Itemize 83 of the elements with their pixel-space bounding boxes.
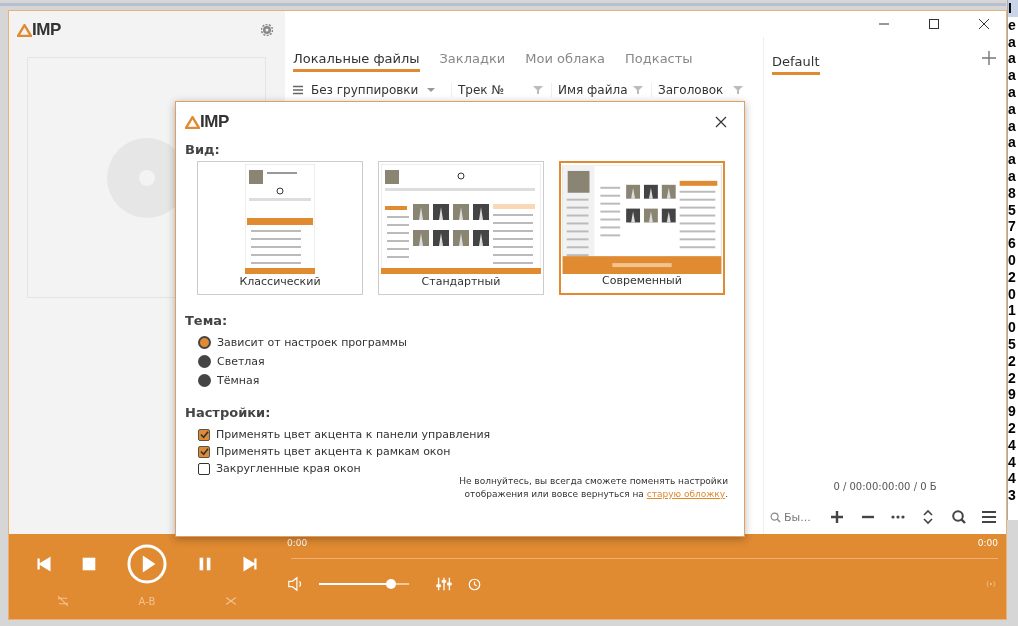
radio-button[interactable] (198, 355, 211, 368)
background-window-text: a (1008, 117, 1017, 135)
background-window-text: e (1008, 16, 1017, 34)
background-window-text: 3 (1008, 487, 1017, 504)
background-window-text: 6 (1008, 235, 1017, 252)
background-window-text: I (1008, 0, 1018, 17)
search-field[interactable]: Бы... (770, 510, 816, 524)
column-header[interactable]: Имя файла (558, 83, 628, 97)
menu-icon[interactable] (293, 85, 303, 95)
search-icon (770, 511, 781, 523)
checkbox[interactable] (198, 428, 210, 441)
caret-icon[interactable] (426, 85, 437, 95)
background-window-text: 9 (1008, 386, 1017, 404)
background-window-text: 2 (1008, 419, 1017, 437)
app-logo: IMP (17, 20, 61, 40)
column-header[interactable]: Заголовок (658, 83, 724, 97)
radio-button[interactable] (198, 374, 211, 387)
playlist-summary: 0 / 00:00:00:00 / 0 Б (832, 481, 938, 492)
background-window-text: 2 (1008, 268, 1017, 286)
theme-option[interactable]: Светлая (198, 355, 728, 368)
background-window-text: 4 (1008, 453, 1017, 471)
background-window-text: a (1008, 67, 1017, 84)
clock-icon[interactable] (467, 576, 482, 592)
skin-option[interactable]: Современный (559, 161, 725, 295)
background-window-text: 1 (1008, 302, 1017, 320)
filter-icon[interactable] (533, 85, 543, 95)
background-window-text: 0 (1008, 251, 1017, 269)
skin-option[interactable]: Классический (197, 161, 363, 295)
background-window-text: 2 (1008, 369, 1017, 387)
section-heading: Настройки: (185, 405, 272, 420)
background-window-text: 0 (1008, 285, 1017, 303)
background-window-text: 0 (1008, 319, 1017, 336)
background-window-text: a (1008, 151, 1017, 168)
section-heading: Тема: (185, 313, 229, 328)
background-window-text: a (1008, 100, 1017, 118)
equalizer-icon[interactable] (435, 575, 453, 593)
background-window-text: 5 (1008, 335, 1017, 353)
settings-icon[interactable] (261, 24, 273, 36)
library-tab[interactable]: Локальные файлы (293, 51, 420, 72)
elapsed-time: 0:00 (287, 538, 308, 548)
library-tab[interactable]: Подкасты (625, 51, 693, 72)
background-window-text: 4 (1008, 470, 1017, 488)
next-icon[interactable] (241, 555, 260, 573)
search-icon[interactable] (949, 508, 968, 526)
repeat-off-icon[interactable] (55, 594, 70, 608)
background-window-text: a (1008, 33, 1017, 51)
previous-icon[interactable] (34, 555, 53, 573)
app-logo: IMP (185, 112, 229, 132)
filter-icon[interactable] (633, 85, 643, 95)
library-tab[interactable]: Мои облака (525, 51, 606, 72)
setting-option[interactable]: Применять цвет акцента к панели управления (198, 428, 728, 441)
background-window-text: 7 (1008, 218, 1017, 236)
background-window-text: 2 (1008, 352, 1017, 370)
background-window-text: 9 (1008, 403, 1017, 420)
theme-option[interactable]: Зависит от настроек программы (198, 336, 728, 349)
filter-icon[interactable] (733, 85, 743, 95)
remaining-time: 0:00 (977, 538, 998, 548)
background-window-text: a (1008, 50, 1017, 68)
background-window-text: 8 (1008, 184, 1017, 202)
grouping-label[interactable]: Без группировки (311, 83, 419, 97)
background-window-text: 4 (1008, 436, 1017, 454)
menu-icon[interactable] (979, 508, 998, 526)
maximize-icon[interactable] (928, 18, 940, 30)
playlist-tab[interactable]: Default (772, 54, 820, 75)
column-header[interactable]: Трек № (458, 83, 504, 97)
setting-option[interactable]: Закругленные края окон (198, 462, 728, 475)
theme-option[interactable]: Тёмная (198, 374, 728, 387)
skin-option[interactable]: Стандартный (378, 161, 544, 295)
close-icon[interactable] (978, 18, 990, 30)
setting-option[interactable]: Применять цвет акцента к рамкам окон (198, 445, 728, 458)
hint-text: Не волнуйтесь, вы всегда сможете поменять настройки отображения или вовсе вернуться на старую обложку. (459, 475, 728, 501)
background-window-text: a (1008, 134, 1017, 152)
background-window-text: a (1008, 84, 1017, 101)
radio-button[interactable] (198, 336, 211, 349)
checkbox[interactable] (198, 445, 210, 458)
checkbox[interactable] (198, 462, 210, 475)
background-window-text: a (1008, 167, 1017, 185)
library-tab[interactable]: Закладки (439, 51, 506, 72)
add-playlist-button[interactable] (982, 51, 996, 65)
close-button[interactable] (714, 115, 728, 129)
play-icon[interactable] (126, 543, 168, 585)
section-heading: Вид: (185, 142, 221, 157)
background-window-text: 5 (1008, 201, 1017, 219)
